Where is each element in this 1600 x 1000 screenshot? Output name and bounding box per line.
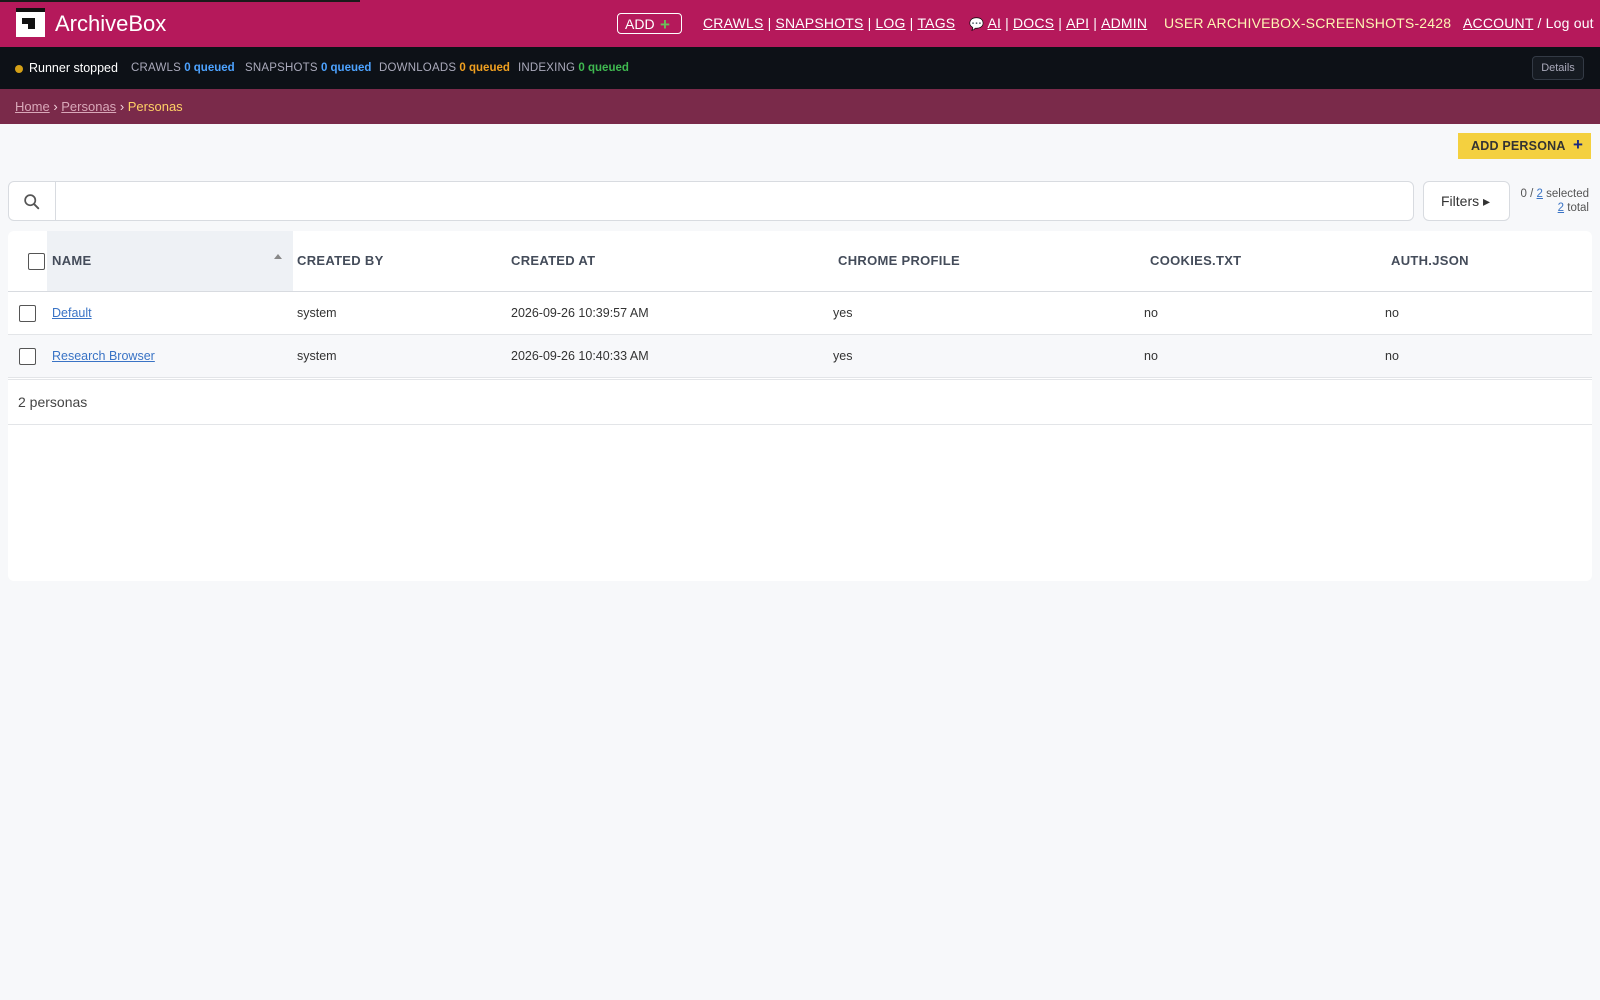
plus-icon: + xyxy=(1573,135,1584,154)
account-link[interactable]: ACCOUNT xyxy=(1463,15,1533,31)
total-count-line: 2 total xyxy=(1521,201,1589,215)
snapshots-queue-label: SNAPSHOTS xyxy=(245,62,318,74)
logout-link[interactable]: Log out xyxy=(1546,15,1594,31)
breadcrumb-current: Personas xyxy=(127,99,183,114)
nav-separator: | xyxy=(1005,15,1009,31)
column-header-chrome-profile[interactable]: CHROME PROFILE xyxy=(838,253,960,268)
account-nav: ACCOUNT / Log out xyxy=(1463,15,1594,31)
persona-name-cell: Default xyxy=(52,306,92,320)
auth-cell: no xyxy=(1385,306,1399,320)
nav-separator: | xyxy=(1093,15,1098,31)
table-header: NAME CREATED BY CREATED AT CHROME PROFIL… xyxy=(8,231,1592,292)
persona-name-link[interactable]: Research Browser xyxy=(52,349,155,363)
created-at-cell: 2026-09-26 10:40:33 AM xyxy=(511,349,649,363)
nav-ai-link[interactable]: AI xyxy=(987,15,1001,31)
row-checkbox[interactable] xyxy=(19,348,36,365)
nav-crawls-link[interactable]: CRAWLS xyxy=(703,15,764,31)
indexing-queue-status: INDEXING 0 queued xyxy=(518,62,629,74)
nav-primary: CRAWLS | SNAPSHOTS | LOG | TAGS xyxy=(703,15,955,31)
sort-ascending-icon[interactable] xyxy=(274,254,282,259)
brand-title[interactable]: ArchiveBox xyxy=(55,11,166,37)
add-label: ADD xyxy=(625,16,655,32)
persona-name-cell: Research Browser xyxy=(52,349,155,363)
downloads-queue-label: DOWNLOADS xyxy=(379,62,457,74)
column-header-created-at[interactable]: CREATED AT xyxy=(511,253,595,268)
runner-status: Runner stopped xyxy=(15,61,118,75)
row-checkbox[interactable] xyxy=(19,305,36,322)
results-table: NAME CREATED BY CREATED AT CHROME PROFIL… xyxy=(8,231,1592,581)
indexing-queue-label: INDEXING xyxy=(518,62,576,74)
table-row: Default system 2026-09-26 10:39:57 AM ye… xyxy=(8,292,1592,335)
nav-separator: | xyxy=(867,15,872,31)
selected-count-line: 0 / 2 selected xyxy=(1520,188,1589,200)
breadcrumb-separator: › xyxy=(119,99,128,114)
nav-admin-link[interactable]: ADMIN xyxy=(1101,15,1147,31)
add-persona-label: ADD PERSONA xyxy=(1471,139,1566,153)
chat-bubble-icon: 💬 xyxy=(969,17,985,31)
add-persona-button[interactable]: ADD PERSONA + xyxy=(1458,133,1591,159)
search-bar xyxy=(8,181,1414,221)
user-label: USER ARCHIVEBOX-SCREENSHOTS-2428 xyxy=(1164,15,1452,31)
select-all-link[interactable]: 2 xyxy=(1537,188,1543,200)
snapshots-queue-status: SNAPSHOTS 0 queued xyxy=(245,62,371,74)
created-at-cell: 2026-09-26 10:39:57 AM xyxy=(511,306,649,320)
nav-separator: | xyxy=(1058,15,1063,31)
selection-info: 0 / 2 selected 2 total xyxy=(1521,187,1589,215)
auth-cell: no xyxy=(1385,349,1399,363)
table-row: Research Browser system 2026-09-26 10:40… xyxy=(8,335,1592,378)
breadcrumb-home-link[interactable]: Home xyxy=(15,99,50,114)
archivebox-logo-icon[interactable] xyxy=(16,8,45,37)
column-header-created-by[interactable]: CREATED BY xyxy=(297,253,384,268)
add-button[interactable]: ADD + xyxy=(617,13,682,34)
selected-count: 0 xyxy=(1520,188,1527,200)
nav-secondary: 💬 AI | DOCS | API | ADMIN xyxy=(969,15,1147,31)
select-all-checkbox[interactable] xyxy=(28,253,45,270)
downloads-queue-status: DOWNLOADS 0 queued xyxy=(379,62,510,74)
cookies-cell: no xyxy=(1144,349,1158,363)
loading-bar xyxy=(0,0,360,2)
plus-icon: + xyxy=(660,15,670,34)
snapshots-queue-value: 0 queued xyxy=(320,62,372,74)
chrome-profile-cell: yes xyxy=(833,306,853,320)
cookies-cell: no xyxy=(1144,306,1158,320)
details-button[interactable]: Details xyxy=(1532,56,1584,80)
nav-separator: | xyxy=(767,15,772,31)
column-header-auth[interactable]: AUTH.JSON xyxy=(1391,253,1469,268)
search-icon[interactable] xyxy=(23,193,40,210)
downloads-queue-value: 0 queued xyxy=(459,62,510,74)
nav-log-link[interactable]: LOG xyxy=(875,15,905,31)
persona-name-link[interactable]: Default xyxy=(52,306,92,320)
crawls-queue-status: CRAWLS 0 queued xyxy=(131,62,235,74)
nav-docs-link[interactable]: DOCS xyxy=(1013,15,1054,31)
column-header-name[interactable]: NAME xyxy=(52,253,91,268)
crawls-queue-value: 0 queued xyxy=(184,62,235,74)
breadcrumb: Home › Personas › Personas xyxy=(0,89,1600,124)
nav-snapshots-link[interactable]: SNAPSHOTS xyxy=(775,15,863,31)
search-input[interactable] xyxy=(56,182,1413,220)
nav-api-link[interactable]: API xyxy=(1066,15,1089,31)
result-count: 2 personas xyxy=(8,379,1592,425)
indexing-queue-value: 0 queued xyxy=(578,62,629,74)
breadcrumb-personas-link[interactable]: Personas xyxy=(61,99,116,114)
nav-slash: / xyxy=(1537,15,1546,31)
nav-separator: | xyxy=(909,15,914,31)
created-by-cell: system xyxy=(297,349,337,363)
total-suffix: total xyxy=(1567,202,1589,214)
runner-status-text: Runner stopped xyxy=(29,61,118,75)
total-count-link[interactable]: 2 xyxy=(1558,202,1564,214)
status-bar: Runner stopped CRAWLS 0 queued SNAPSHOTS… xyxy=(0,47,1600,89)
crawls-queue-label: CRAWLS xyxy=(131,62,181,74)
nav-tags-link[interactable]: TAGS xyxy=(917,15,955,31)
column-header-cookies[interactable]: COOKIES.TXT xyxy=(1150,253,1241,268)
runner-status-dot-icon xyxy=(15,65,23,73)
top-header: ArchiveBox ADD + CRAWLS | SNAPSHOTS | LOG | TA… xyxy=(0,0,1600,47)
chrome-profile-cell: yes xyxy=(833,349,853,363)
created-by-cell: system xyxy=(297,306,337,320)
selected-suffix: selected xyxy=(1546,188,1589,200)
filters-button[interactable]: Filters ▸ xyxy=(1423,181,1510,221)
